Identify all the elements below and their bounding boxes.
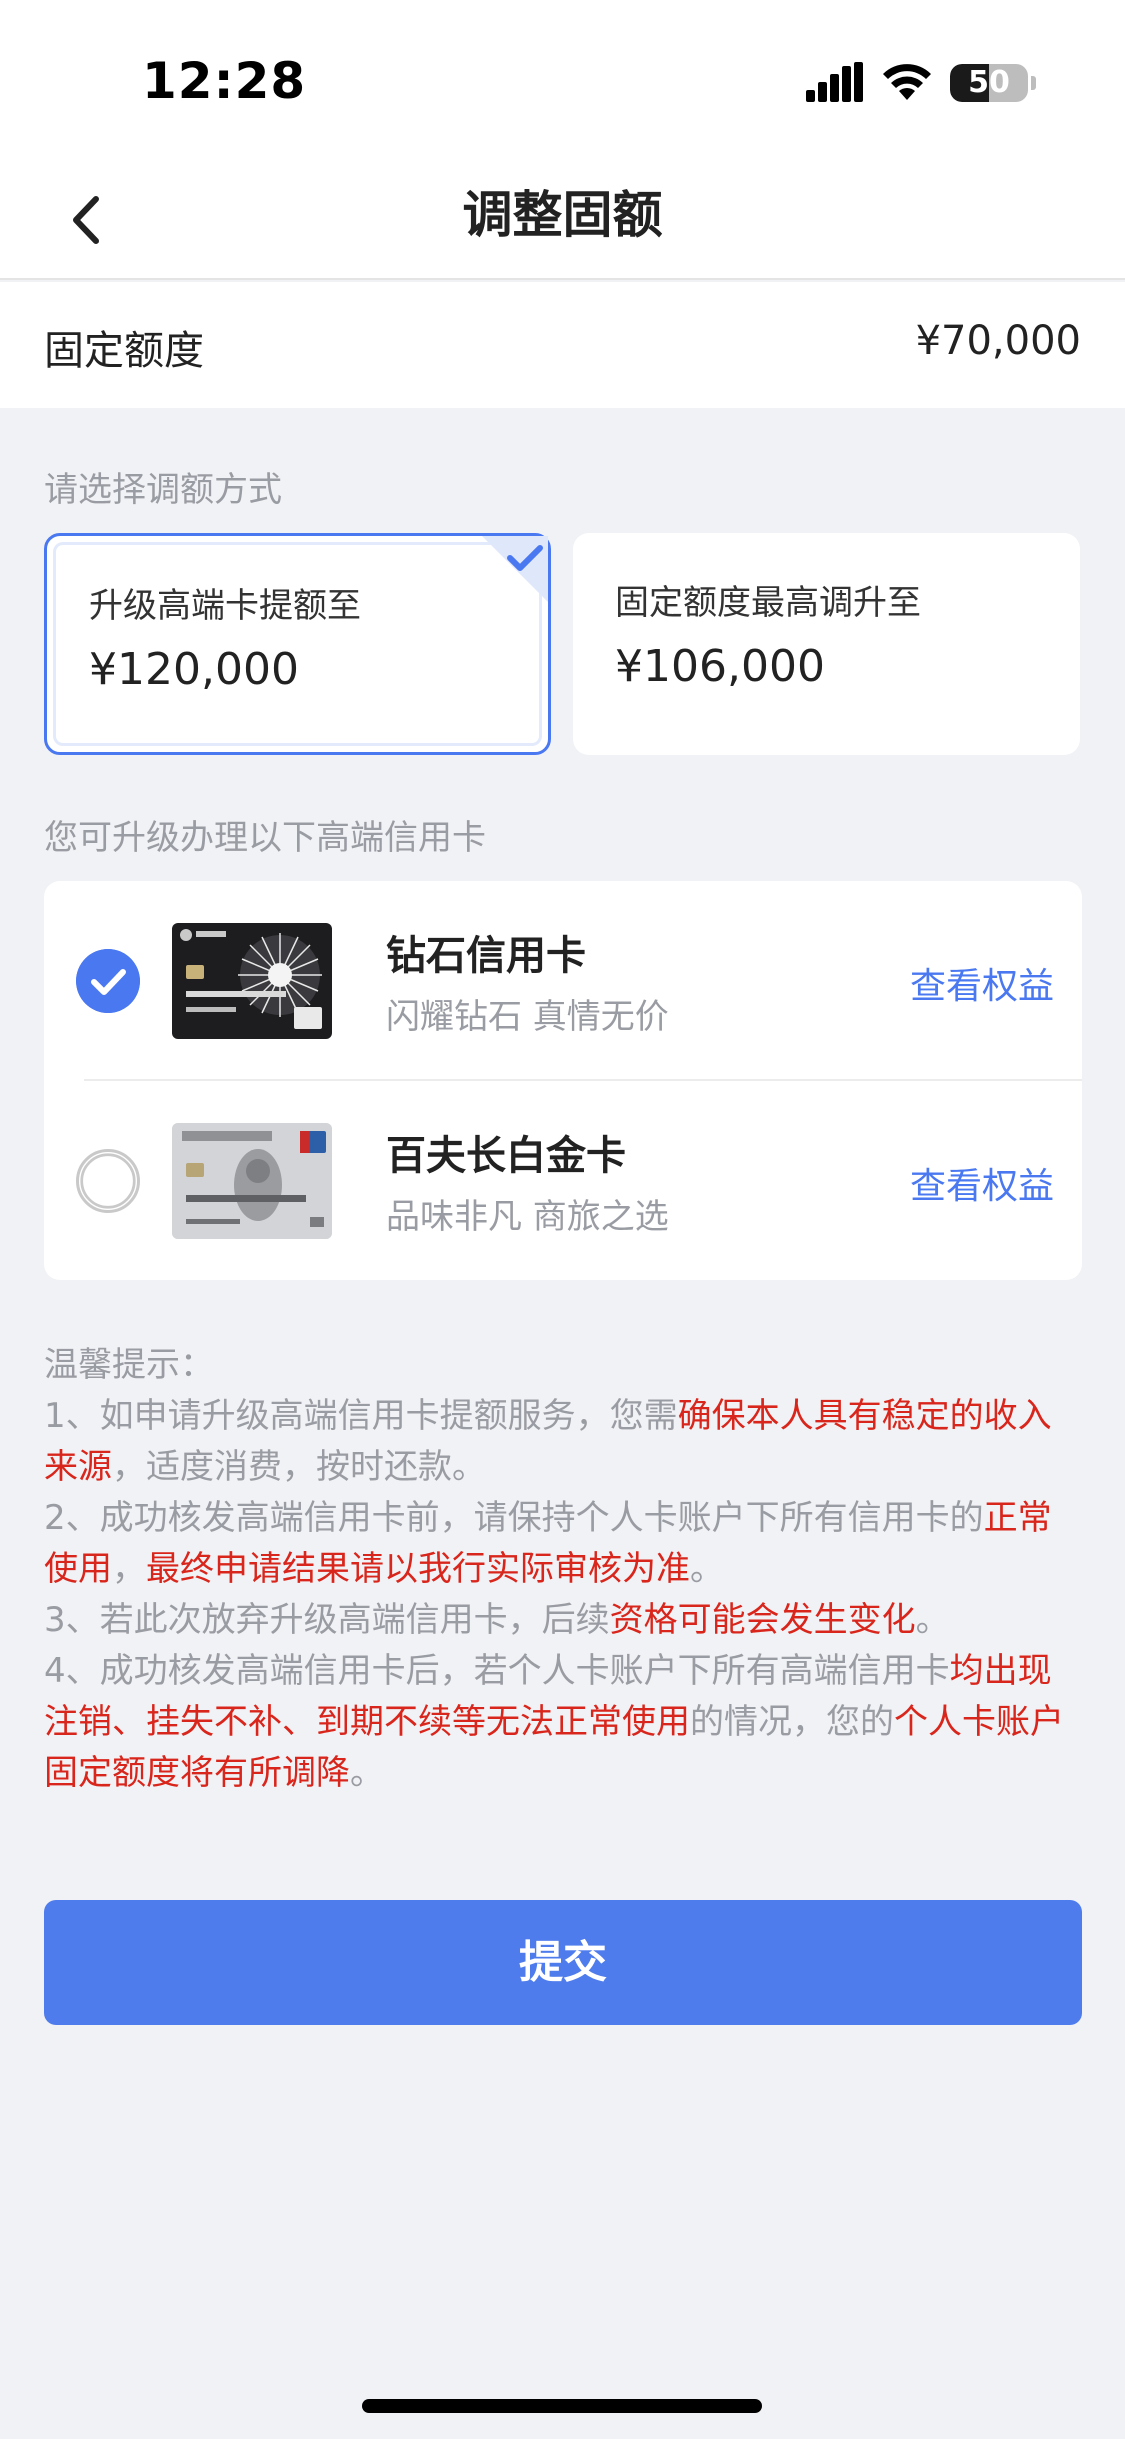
tip-item: 1、如申请升级高端信用卡提额服务，您需确保本人具有稳定的收入来源，适度消费，按时…: [44, 1391, 1084, 1493]
tip-text: 。: [350, 1753, 384, 1793]
radio-checked-icon[interactable]: [76, 949, 140, 1013]
selected-corner-check-icon: [482, 536, 548, 602]
option-fixed-limit[interactable]: 固定额度最高调升至 ¥106,000: [573, 533, 1080, 755]
tip-text: 4、成功核发高端信用卡后，若个人卡账户下所有高端信用卡: [44, 1651, 950, 1691]
battery-icon: 50: [950, 64, 1028, 102]
view-benefits-link[interactable]: 查看权益: [910, 957, 1054, 1009]
tip-text: 。: [915, 1600, 950, 1640]
tip-item: 3、若此次放弃升级高端信用卡，后续资格可能会发生变化。: [44, 1595, 1084, 1646]
tip-text: 。: [690, 1549, 724, 1589]
card-desc: 品味非凡 商旅之选: [386, 1197, 669, 1237]
battery-cap: [1031, 76, 1036, 90]
card-row-diamond[interactable]: 钻石信用卡 闪耀钻石 真情无价 查看权益: [44, 881, 1082, 1081]
tip-text: 3、若此次放弃升级高端信用卡，后续: [44, 1600, 610, 1640]
status-time: 12:28: [142, 52, 307, 110]
card-desc: 闪耀钻石 真情无价: [386, 997, 669, 1037]
home-indicator: [362, 2399, 762, 2413]
card-name: 钻石信用卡: [386, 933, 586, 979]
tip-highlight-text: 资格可能会发生变化: [609, 1600, 916, 1640]
centurion-platinum-card-image: [172, 1123, 332, 1239]
radio-unchecked-icon[interactable]: [76, 1149, 140, 1213]
fixed-limit-value: ¥70,000: [915, 318, 1081, 364]
tip-text: ，适度消费，按时还款。: [112, 1447, 486, 1487]
method-section-label: 请选择调额方式: [44, 470, 282, 510]
view-benefits-link[interactable]: 查看权益: [910, 1157, 1054, 1209]
fixed-limit-label: 固定额度: [44, 328, 204, 374]
tip-highlight-text: 最终申请结果请以我行实际审核为准: [146, 1549, 690, 1589]
option-label: 固定额度最高调升至: [615, 583, 921, 623]
option-amount: ¥120,000: [89, 644, 299, 695]
tip-item: 4、成功核发高端信用卡后，若个人卡账户下所有高端信用卡均出现注销、挂失不补、到期…: [44, 1646, 1084, 1799]
fixed-limit-row: 固定额度 ¥70,000: [0, 282, 1125, 408]
tip-text: 1、如申请升级高端信用卡提额服务，您需: [44, 1396, 678, 1436]
tip-item: 2、成功核发高端信用卡前，请保持个人卡账户下所有信用卡的正常使用，最终申请结果请…: [44, 1493, 1084, 1595]
option-label: 升级高端卡提额至: [89, 586, 361, 626]
card-name: 百夫长白金卡: [386, 1133, 626, 1179]
option-amount: ¥106,000: [615, 641, 825, 692]
nav-bar: 调整固额: [0, 165, 1125, 280]
wifi-icon: [883, 64, 931, 100]
tip-text: 2、成功核发高端信用卡前，请保持个人卡账户下所有信用卡的: [44, 1498, 984, 1538]
page-title: 调整固额: [462, 186, 663, 244]
option-upgrade-card[interactable]: 升级高端卡提额至 ¥120,000: [44, 533, 551, 755]
tip-text: 的情况，您的: [690, 1702, 894, 1742]
tips-title: 温馨提示：: [44, 1345, 214, 1385]
cards-panel: 钻石信用卡 闪耀钻石 真情无价 查看权益 百夫长白金卡 品味非凡 商旅之选 查看…: [44, 881, 1082, 1280]
cards-section-label: 您可升级办理以下高端信用卡: [44, 818, 486, 858]
submit-button[interactable]: 提交: [44, 1900, 1082, 2025]
tip-text: ，: [112, 1549, 146, 1589]
tips-section: 温馨提示： 1、如申请升级高端信用卡提额服务，您需确保本人具有稳定的收入来源，适…: [44, 1340, 1084, 1799]
status-bar: 12:28 50: [0, 0, 1125, 165]
diamond-card-image: [172, 923, 332, 1039]
signal-icon: [806, 62, 863, 102]
card-row-centurion[interactable]: 百夫长白金卡 品味非凡 商旅之选 查看权益: [44, 1081, 1082, 1281]
back-button[interactable]: [60, 185, 120, 255]
battery-level-text: 50: [968, 65, 1010, 100]
tips-items: 1、如申请升级高端信用卡提额服务，您需确保本人具有稳定的收入来源，适度消费，按时…: [44, 1391, 1084, 1799]
chevron-left-icon: [73, 196, 99, 244]
